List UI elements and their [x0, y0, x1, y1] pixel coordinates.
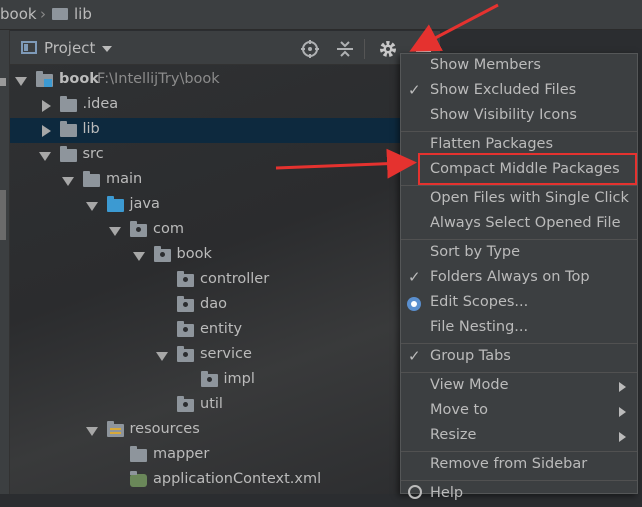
arrow-to-gear-icon — [409, 3, 499, 52]
arrow-to-menu-item-icon — [275, 148, 417, 179]
annotation-arrows — [275, 3, 499, 179]
